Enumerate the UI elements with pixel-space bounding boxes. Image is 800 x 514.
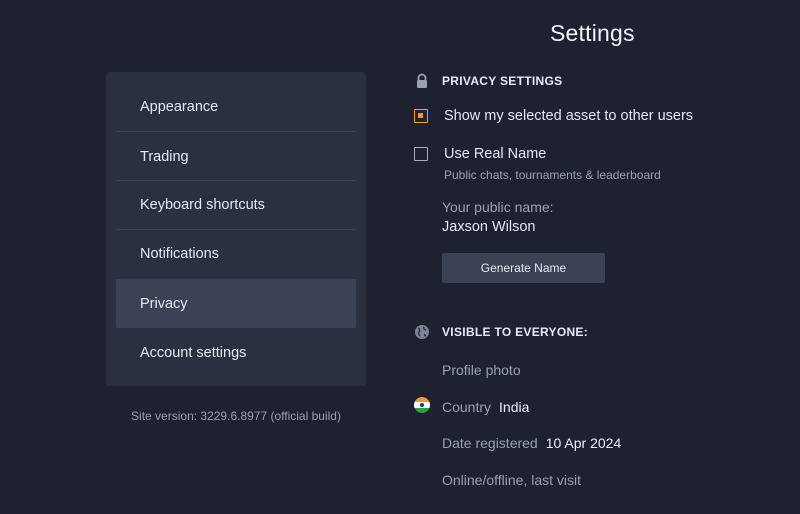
settings-menu: Appearance Trading Keyboard shortcuts No…: [106, 72, 366, 386]
globe-icon: [414, 324, 430, 340]
menu-item-notifications[interactable]: Notifications: [116, 229, 356, 278]
date-registered-label: Date registered: [442, 435, 538, 451]
use-real-name-note: Public chats, tournaments & leaderboard: [444, 168, 661, 182]
use-real-name-checkbox[interactable]: [414, 147, 428, 161]
profile-photo-label: Profile photo: [442, 362, 521, 378]
use-real-name-label: Use Real Name: [444, 146, 547, 162]
menu-item-trading[interactable]: Trading: [116, 132, 356, 181]
date-registered-value: 10 Apr 2024: [545, 435, 622, 451]
menu-item-account-settings[interactable]: Account settings: [116, 328, 356, 377]
online-status-label: Online/offline, last visit: [442, 472, 582, 488]
menu-item-keyboard-shortcuts[interactable]: Keyboard shortcuts: [116, 180, 356, 229]
date-registered-row: Date registered 10 Apr 2024: [442, 435, 621, 451]
menu-item-appearance[interactable]: Appearance: [116, 82, 356, 131]
show-asset-checkbox[interactable]: [414, 109, 428, 123]
public-name-value: Jaxson Wilson: [442, 219, 536, 235]
checkbox-checked-mark: [418, 113, 423, 118]
privacy-settings-title: PRIVACY SETTINGS: [442, 74, 563, 88]
lock-icon: [414, 73, 430, 89]
public-name-label: Your public name:: [442, 199, 554, 215]
show-asset-label: Show my selected asset to other users: [444, 108, 694, 124]
country-row: Country India: [442, 399, 529, 415]
site-version: Site version: 3229.6.8977 (official buil…: [131, 409, 341, 423]
india-flag-icon: [414, 397, 430, 413]
visible-to-everyone-header: VISIBLE TO EVERYONE:: [414, 324, 588, 340]
country-value: India: [499, 399, 530, 415]
country-label: Country: [442, 399, 492, 415]
visible-to-everyone-title: VISIBLE TO EVERYONE:: [442, 325, 589, 339]
page-title: Settings: [550, 20, 635, 46]
generate-name-button[interactable]: Generate Name: [442, 253, 605, 283]
menu-item-privacy[interactable]: Privacy: [116, 279, 356, 328]
privacy-settings-header: PRIVACY SETTINGS: [414, 73, 562, 89]
